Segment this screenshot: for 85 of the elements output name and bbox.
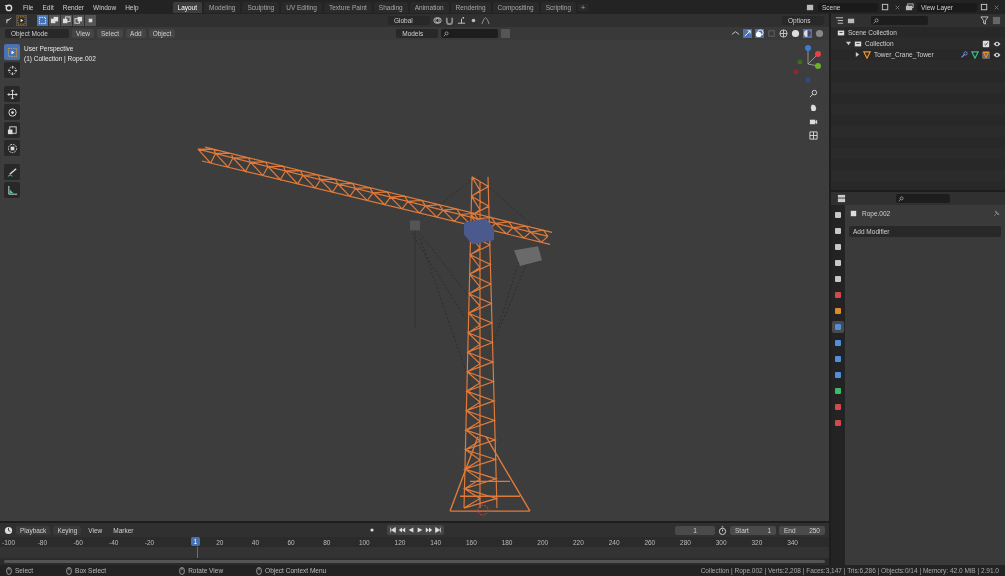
eye-icon[interactable] — [993, 39, 1001, 48]
zoom-icon[interactable] — [809, 89, 818, 98]
collection-icon — [837, 28, 845, 37]
object-icon — [849, 209, 858, 218]
search-field[interactable] — [871, 16, 928, 25]
pivot-icon[interactable] — [433, 16, 442, 25]
tool-button[interactable] — [4, 182, 20, 198]
checkbox[interactable] — [982, 39, 990, 48]
axis-gizmo-icon[interactable] — [792, 44, 824, 84]
pencil-icon — [6, 166, 18, 178]
move-icon — [6, 88, 18, 100]
properties-tab[interactable] — [832, 209, 844, 221]
grid-icon[interactable] — [809, 131, 818, 140]
invert-selection-icon[interactable] — [73, 15, 84, 26]
mouse-icon — [179, 566, 186, 575]
scale-icon — [6, 124, 18, 136]
subtract-selection-icon[interactable] — [61, 15, 72, 26]
solid-icon[interactable] — [791, 29, 800, 38]
pin-icon[interactable] — [992, 209, 1001, 218]
properties-tab[interactable] — [832, 305, 844, 317]
ruler-icon — [6, 184, 18, 196]
expand-arrow-icon[interactable] — [855, 52, 860, 57]
snap-icon[interactable] — [457, 16, 466, 25]
search-icon — [443, 30, 450, 37]
properties-tab[interactable] — [832, 385, 844, 397]
material-preview-icon[interactable] — [803, 29, 812, 38]
mouse-icon — [66, 566, 73, 575]
cursor-icon — [6, 64, 18, 76]
scene-icon[interactable] — [806, 2, 815, 12]
falloff-icon[interactable] — [481, 16, 490, 25]
search-field[interactable] — [441, 29, 499, 38]
jump-start-icon[interactable] — [389, 526, 398, 534]
tool-button[interactable] — [4, 122, 20, 138]
properties-tab[interactable] — [832, 321, 844, 333]
camera-icon[interactable] — [809, 117, 818, 126]
new-selection-icon[interactable] — [37, 15, 48, 26]
rendered-icon[interactable] — [815, 29, 824, 38]
copy-icon[interactable] — [980, 2, 989, 12]
clock-icon[interactable] — [4, 525, 13, 535]
mesh-data-icon[interactable] — [971, 50, 979, 59]
display-mode-icon[interactable] — [835, 16, 844, 25]
copy-icon[interactable] — [881, 2, 890, 12]
properties-tab[interactable] — [832, 273, 844, 285]
mesh-icon — [863, 50, 871, 59]
select-tool-icon[interactable] — [17, 16, 26, 25]
properties-tab[interactable] — [832, 353, 844, 365]
properties-tab[interactable] — [832, 257, 844, 269]
properties-tab[interactable] — [832, 241, 844, 253]
gizmo-toggle-icon[interactable] — [743, 29, 752, 38]
wrench-icon[interactable] — [960, 50, 968, 59]
next-key-icon[interactable] — [425, 526, 434, 534]
overlay-toggle-icon[interactable] — [755, 29, 764, 38]
stopwatch-icon[interactable] — [718, 525, 727, 535]
editor-type-icon[interactable] — [5, 16, 14, 25]
extend-selection-icon[interactable] — [49, 15, 60, 26]
properties-tab[interactable] — [832, 337, 844, 349]
mouse-icon — [256, 566, 263, 575]
search-icon — [873, 17, 879, 24]
proportional-icon[interactable] — [469, 16, 478, 25]
properties-tab[interactable] — [832, 225, 844, 237]
layers-icon[interactable] — [905, 2, 914, 12]
magnet-icon[interactable] — [445, 16, 454, 25]
mouse-icon — [6, 566, 12, 575]
search-icon — [898, 195, 904, 202]
tool-button[interactable] — [4, 86, 20, 102]
jump-end-icon[interactable] — [434, 526, 443, 534]
layers-icon[interactable] — [847, 16, 856, 25]
wireframe-icon[interactable] — [779, 29, 788, 38]
material-icon[interactable] — [982, 50, 990, 59]
logo-icon[interactable] — [4, 2, 13, 12]
properties-tab[interactable] — [832, 369, 844, 381]
transform-icon — [6, 142, 18, 154]
tool-button[interactable] — [4, 164, 20, 180]
tool-button[interactable] — [4, 62, 20, 78]
intersect-selection-icon[interactable] — [85, 15, 96, 26]
tool-button[interactable] — [4, 104, 20, 120]
search-field[interactable] — [896, 194, 950, 203]
hand-icon[interactable] — [809, 103, 818, 112]
eye-icon[interactable] — [993, 50, 1001, 59]
editor-type-icon[interactable] — [837, 194, 846, 203]
select-box-icon — [6, 46, 18, 58]
expand-arrow-icon[interactable] — [846, 41, 851, 46]
scrollbar[interactable] — [4, 560, 825, 563]
tool-button[interactable] — [4, 140, 20, 156]
rotate-icon — [6, 106, 18, 118]
